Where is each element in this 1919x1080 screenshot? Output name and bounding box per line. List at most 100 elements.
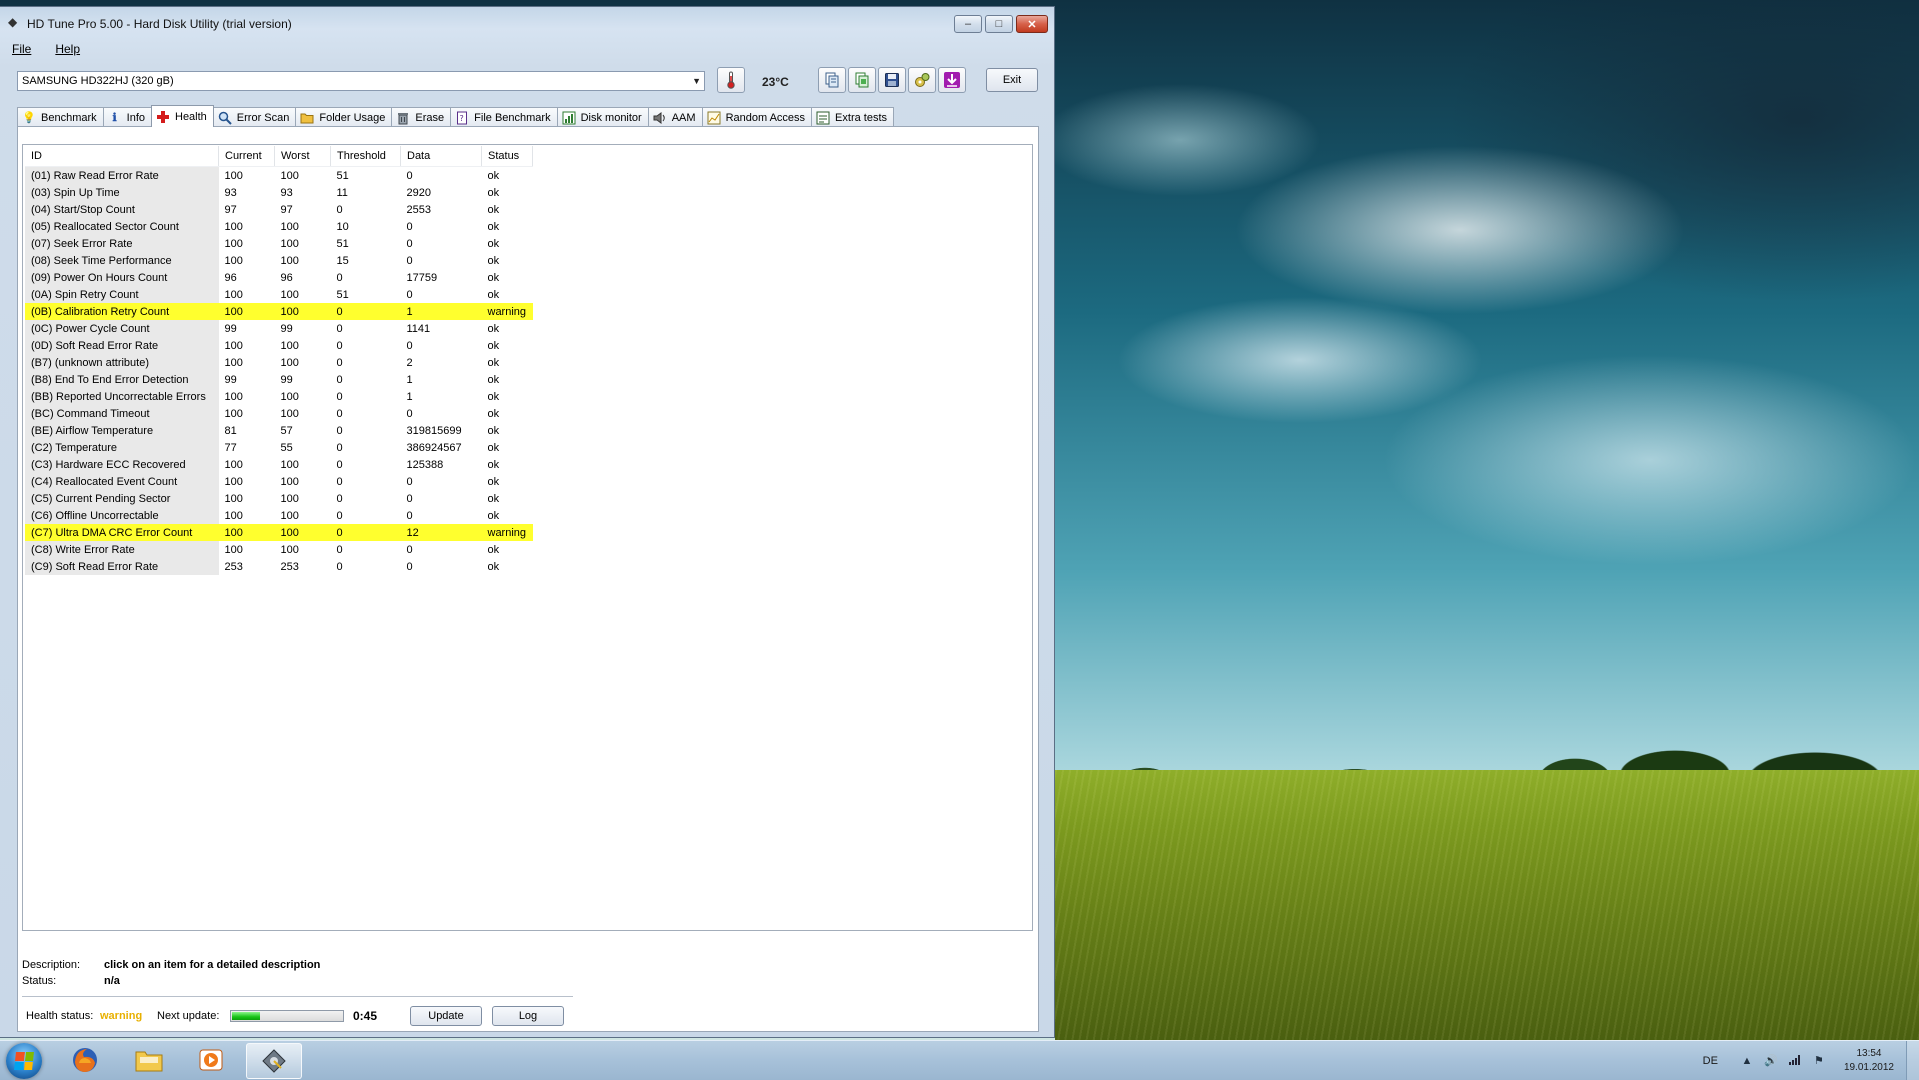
cell-status: ok: [487, 373, 500, 386]
cell-threshold: 0: [336, 458, 343, 471]
tab-random-access[interactable]: Random Access: [701, 107, 813, 127]
cell-data: 1: [406, 390, 413, 403]
column-header-threshold[interactable]: Threshold: [330, 146, 401, 167]
table-row[interactable]: (C7) Ultra DMA CRC Error Count 100 100 0 12 w…: [25, 524, 533, 541]
table-row[interactable]: (04) Start/Stop Count 97 97 0 2553 ok: [25, 201, 533, 218]
status-value: n/a: [104, 975, 120, 987]
table-row[interactable]: (C4) Reallocated Event Count 100 100 0 0 ok: [25, 473, 533, 490]
clock[interactable]: 13:54 19.01.2012: [1844, 1047, 1894, 1075]
volume-icon[interactable]: 🔊: [1764, 1054, 1778, 1068]
log-button[interactable]: Log: [492, 1006, 564, 1026]
menu-file[interactable]: File: [0, 40, 43, 58]
menu-help[interactable]: Help: [43, 40, 92, 58]
table-row[interactable]: (C5) Current Pending Sector 100 100 0 0 ok: [25, 490, 533, 507]
cell-current: 100: [218, 303, 275, 320]
table-row[interactable]: (0D) Soft Read Error Rate 100 100 0 0 ok: [25, 337, 533, 354]
show-hidden-icons-icon[interactable]: ▲: [1740, 1054, 1754, 1068]
tab-info[interactable]: ℹ Info: [102, 107, 152, 127]
cell-status: ok: [487, 390, 500, 403]
start-button[interactable]: [6, 1043, 42, 1079]
cell-current: 99: [224, 373, 237, 386]
cell-threshold: 0: [336, 322, 343, 335]
cell-worst: 100: [280, 390, 299, 403]
table-row[interactable]: (C9) Soft Read Error Rate 253 253 0 0 ok: [25, 558, 533, 575]
table-row[interactable]: (03) Spin Up Time 93 93 11 2920 ok: [25, 184, 533, 201]
cell-id: (C8) Write Error Rate: [25, 541, 219, 558]
download-button[interactable]: [938, 67, 966, 93]
close-button[interactable]: ✕: [1016, 15, 1048, 33]
save-button[interactable]: [878, 67, 906, 93]
cell-id: (BE) Airflow Temperature: [25, 422, 219, 439]
table-row[interactable]: (0B) Calibration Retry Count 100 100 0 1 warn…: [25, 303, 533, 320]
network-icon[interactable]: [1788, 1054, 1802, 1068]
tab-error-scan[interactable]: Error Scan: [212, 107, 297, 127]
options-button[interactable]: [908, 67, 936, 93]
taskbar-firefox[interactable]: [58, 1043, 112, 1077]
cell-threshold: 0: [330, 524, 401, 541]
table-row[interactable]: (B8) End To End Error Detection 99 99 0 1 ok: [25, 371, 533, 388]
table-row[interactable]: (05) Reallocated Sector Count 100 100 10 0 ok: [25, 218, 533, 235]
taskbar-hdtune[interactable]: [246, 1043, 302, 1079]
tab-folder-usage[interactable]: Folder Usage: [295, 107, 393, 127]
title-bar[interactable]: ◆ HD Tune Pro 5.00 - Hard Disk Utility (…: [0, 7, 1054, 37]
column-header-current[interactable]: Current: [218, 146, 275, 167]
smart-table-body: (01) Raw Read Error Rate 100 100 51 0 ok (03) …: [25, 166, 533, 575]
table-row[interactable]: (0C) Power Cycle Count 99 99 0 1141 ok: [25, 320, 533, 337]
cell-data: 0: [406, 254, 413, 267]
table-row[interactable]: (C2) Temperature 77 55 0 386924567 ok: [25, 439, 533, 456]
drive-select[interactable]: SAMSUNG HD322HJ (320 gB) ▼: [17, 71, 705, 91]
cell-id: (07) Seek Error Rate: [25, 235, 219, 252]
minimize-button[interactable]: –: [954, 15, 982, 33]
cell-threshold: 11: [336, 186, 348, 199]
column-header-data[interactable]: Data: [400, 146, 482, 167]
table-row[interactable]: (BC) Command Timeout 100 100 0 0 ok: [25, 405, 533, 422]
column-header-worst[interactable]: Worst: [274, 146, 331, 167]
maximize-button[interactable]: □: [985, 15, 1013, 33]
tab-extra-tests[interactable]: Extra tests: [811, 107, 895, 127]
tab-file-benchmark[interactable]: ? File Benchmark: [450, 107, 558, 127]
hdtune-icon: [262, 1049, 286, 1073]
cell-worst: 100: [280, 254, 299, 267]
tab-health[interactable]: Health: [151, 105, 214, 127]
copy-screenshot-button[interactable]: [848, 67, 876, 93]
tab-erase[interactable]: Erase: [391, 107, 452, 127]
options-icon: [915, 73, 930, 87]
tab-aam[interactable]: AAM: [647, 107, 703, 127]
show-desktop-button[interactable]: [1906, 1041, 1919, 1080]
table-row[interactable]: (08) Seek Time Performance 100 100 15 0 ok: [25, 252, 533, 269]
temperature-button[interactable]: [717, 67, 745, 93]
column-header-id[interactable]: ID: [25, 146, 219, 167]
table-row[interactable]: (01) Raw Read Error Rate 100 100 51 0 ok: [25, 166, 533, 184]
language-indicator[interactable]: DE: [1703, 1055, 1718, 1067]
tab-benchmark[interactable]: 💡 Benchmark: [17, 107, 104, 127]
table-row[interactable]: (BE) Airflow Temperature 81 57 0 319815699 ok: [25, 422, 533, 439]
table-row[interactable]: (07) Seek Error Rate 100 100 51 0 ok: [25, 235, 533, 252]
cell-data: 1141: [406, 322, 431, 335]
table-row[interactable]: (B7) (unknown attribute) 100 100 0 2 ok: [25, 354, 533, 371]
table-row[interactable]: (C3) Hardware ECC Recovered 100 100 0 125388…: [25, 456, 533, 473]
firefox-icon: [73, 1048, 97, 1072]
copy-info-button[interactable]: [818, 67, 846, 93]
cell-status: ok: [487, 237, 500, 250]
divider: [22, 996, 573, 997]
table-row[interactable]: (C8) Write Error Rate 100 100 0 0 ok: [25, 541, 533, 558]
exit-button[interactable]: Exit: [986, 68, 1038, 92]
cell-id: (04) Start/Stop Count: [25, 201, 219, 218]
smart-attribute-list[interactable]: ID Current Worst Threshold Data Status (…: [22, 144, 1033, 931]
table-row[interactable]: (0A) Spin Retry Count 100 100 51 0 ok: [25, 286, 533, 303]
cell-current: 100: [224, 339, 243, 352]
table-row[interactable]: (C6) Offline Uncorrectable 100 100 0 0 ok: [25, 507, 533, 524]
cell-threshold: 10: [336, 220, 349, 233]
cell-threshold: 51: [336, 237, 349, 250]
table-row[interactable]: (BB) Reported Uncorrectable Errors 100 100…: [25, 388, 533, 405]
cell-id: (08) Seek Time Performance: [25, 252, 219, 269]
taskbar-explorer[interactable]: [122, 1043, 176, 1077]
tab-disk-monitor[interactable]: Disk monitor: [556, 107, 649, 127]
cell-data: 0: [406, 237, 413, 250]
update-button[interactable]: Update: [410, 1006, 482, 1026]
cell-id: (C4) Reallocated Event Count: [25, 473, 219, 490]
table-row[interactable]: (09) Power On Hours Count 96 96 0 17759 ok: [25, 269, 533, 286]
column-header-status[interactable]: Status: [481, 146, 533, 167]
taskbar-media-player[interactable]: [184, 1043, 238, 1077]
action-center-flag-icon[interactable]: ⚑: [1812, 1054, 1826, 1068]
